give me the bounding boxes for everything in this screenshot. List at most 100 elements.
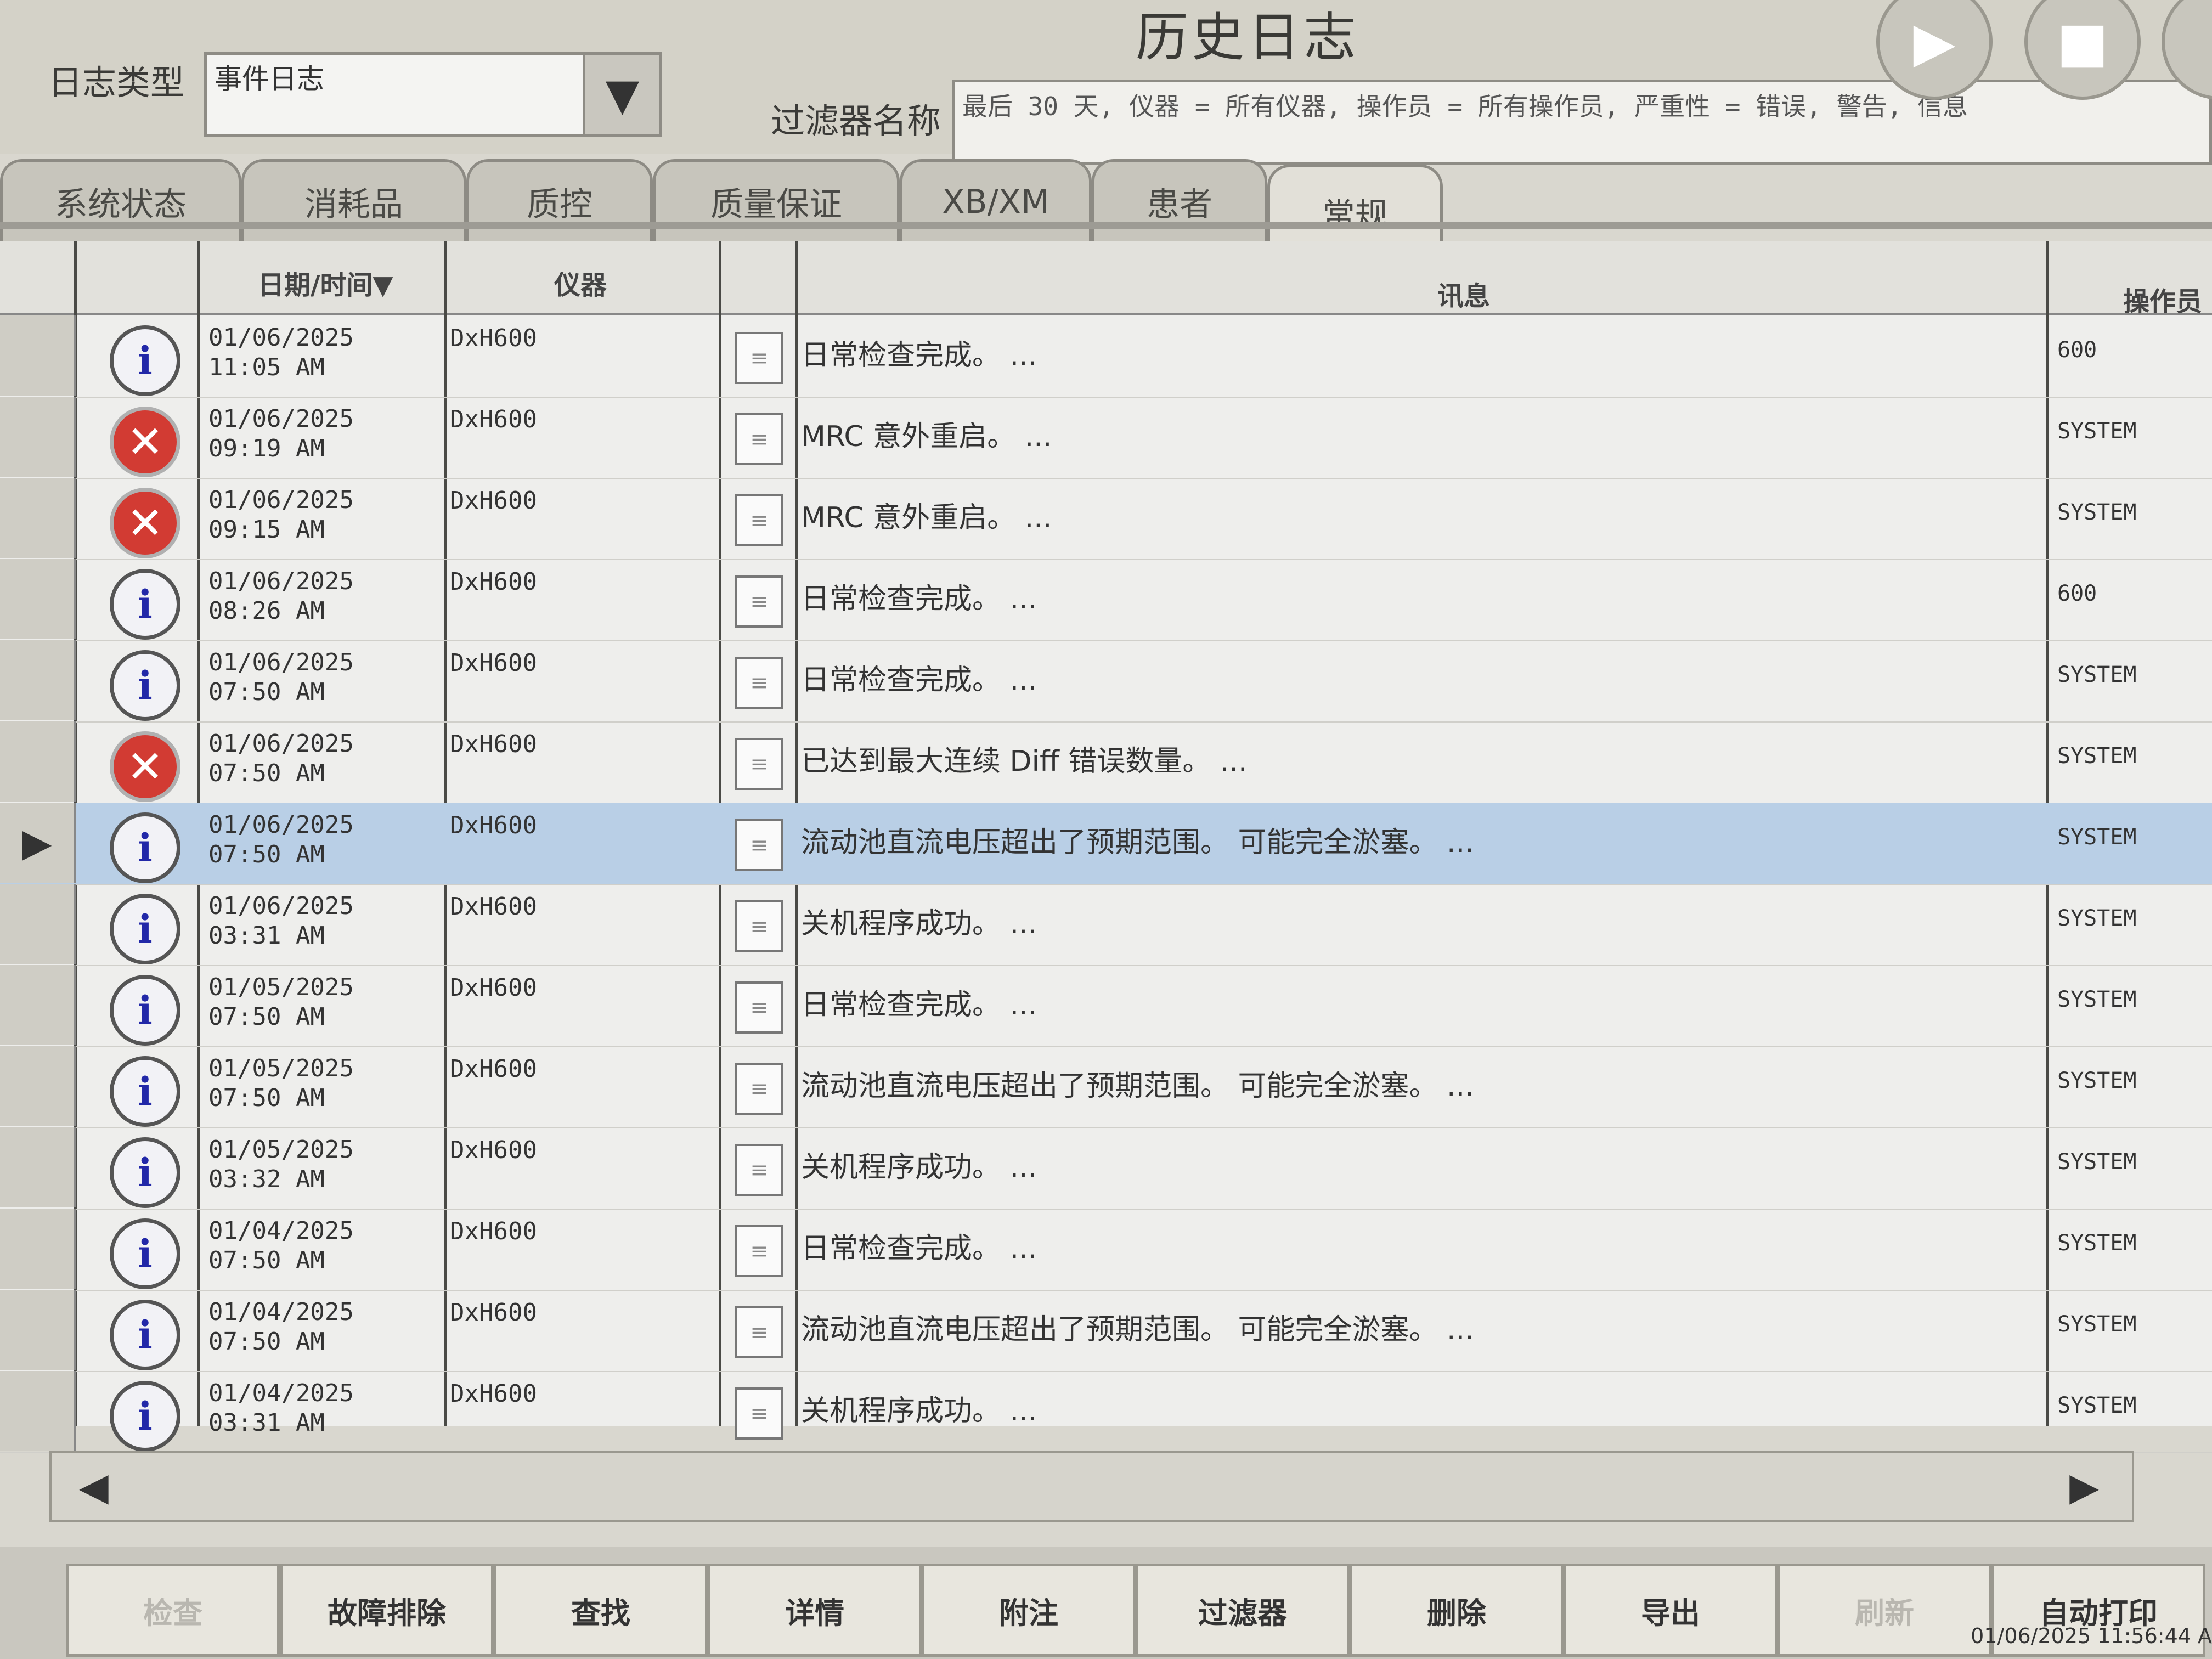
table-row[interactable]: i 01/06/2025 11:05 AM DxH600 ≡ 日常检查完成。 ... 600 — [0, 315, 2212, 398]
row-datetime: 01/06/2025 11:05 AM — [208, 323, 354, 382]
table-row[interactable]: ▶ i 01/06/2025 07:50 AM DxH600 ≡ 流动池直流电压超出了预期范… — [0, 803, 2212, 885]
table-row[interactable]: i 01/06/2025 03:31 AM DxH600 ≡ 关机程序成功。 ... SYS… — [0, 884, 2212, 966]
scroll-left-icon[interactable]: ◀ — [79, 1464, 109, 1509]
row-datetime: 01/06/2025 03:31 AM — [208, 891, 354, 951]
row-instrument: DxH600 — [450, 324, 537, 352]
col-header-operator[interactable]: 操作员 — [2123, 280, 2202, 318]
table-row[interactable]: ✕ 01/06/2025 09:15 AM DxH600 ≡ MRC 意外重启。 ... S… — [0, 478, 2212, 560]
row-instrument: DxH600 — [450, 1217, 537, 1245]
toolbar-button-2[interactable]: 查找 — [494, 1564, 708, 1657]
row-operator: SYSTEM — [2057, 1393, 2137, 1418]
toolbar-button-1[interactable]: 故障排除 — [280, 1564, 494, 1657]
filter-name-value: 最后 30 天, 仪器 = 所有仪器, 操作员 = 所有操作员, 严重性 = 错… — [962, 92, 1968, 121]
tab-qc[interactable]: 质控 — [466, 159, 653, 241]
row-selector[interactable] — [0, 1046, 76, 1126]
note-icon[interactable]: ≡ — [735, 900, 783, 952]
table-row[interactable]: i 01/05/2025 07:50 AM DxH600 ≡ 日常检查完成。 ... SYS… — [0, 965, 2212, 1047]
row-datetime: 01/06/2025 08:26 AM — [208, 567, 354, 626]
horizontal-scrollbar[interactable]: ◀ ▶ — [49, 1451, 2134, 1522]
row-time: 07:50 AM — [208, 759, 325, 787]
table-row[interactable]: i 01/05/2025 07:50 AM DxH600 ≡ 流动池直流电压超出了预期范围… — [0, 1046, 2212, 1128]
toolbar-button-3[interactable]: 详情 — [708, 1564, 922, 1657]
note-icon[interactable]: ≡ — [735, 1063, 783, 1115]
tab-system-status[interactable]: 系统状态 — [0, 159, 241, 241]
table-row[interactable]: i 01/04/2025 07:50 AM DxH600 ≡ 流动池直流电压超出了预期范围… — [0, 1290, 2212, 1372]
note-icon[interactable]: ≡ — [735, 819, 783, 871]
row-selector[interactable] — [0, 1371, 76, 1451]
note-icon[interactable]: ≡ — [735, 738, 783, 790]
log-type-value: 事件日志 — [215, 63, 324, 95]
error-icon: ✕ — [110, 407, 180, 477]
row-selector[interactable] — [0, 884, 76, 964]
note-icon[interactable]: ≡ — [735, 494, 783, 546]
row-selector[interactable] — [0, 965, 76, 1045]
row-instrument: DxH600 — [450, 1136, 537, 1164]
scroll-right-icon[interactable]: ▶ — [2069, 1464, 2099, 1509]
row-selector[interactable] — [0, 640, 76, 720]
table-row[interactable]: i 01/04/2025 07:50 AM DxH600 ≡ 日常检查完成。 ... SYS… — [0, 1209, 2212, 1291]
note-icon[interactable]: ≡ — [735, 1225, 783, 1277]
row-selector[interactable] — [0, 315, 76, 396]
note-icon[interactable]: ≡ — [735, 1387, 783, 1440]
toolbar-button-8[interactable]: 刷新 — [1778, 1564, 1991, 1657]
row-selector[interactable] — [0, 1290, 76, 1370]
note-icon[interactable]: ≡ — [735, 413, 783, 465]
col-header-datetime[interactable]: 日期/时间▼ — [258, 263, 393, 302]
row-message: 日常检查完成。 ... — [801, 339, 1037, 372]
row-pointer-icon: ▶ — [22, 820, 52, 865]
row-date: 01/06/2025 — [208, 567, 354, 595]
row-selector[interactable] — [0, 721, 76, 802]
table-row[interactable]: ✕ 01/06/2025 07:50 AM DxH600 ≡ 已达到最大连续 Diff 错… — [0, 721, 2212, 804]
row-time: 03:31 AM — [208, 1409, 325, 1437]
col-header-instrument[interactable]: 仪器 — [554, 263, 607, 302]
info-icon: i — [110, 569, 180, 640]
note-icon[interactable]: ≡ — [735, 657, 783, 709]
row-operator: SYSTEM — [2057, 825, 2137, 850]
toolbar-button-7[interactable]: 导出 — [1564, 1564, 1778, 1657]
tab-consumables[interactable]: 消耗品 — [241, 159, 466, 241]
table-row[interactable]: i 01/06/2025 08:26 AM DxH600 ≡ 日常检查完成。 ... 600 — [0, 559, 2212, 641]
error-icon: ✕ — [110, 488, 180, 558]
row-selector[interactable] — [0, 1127, 76, 1207]
col-header-message[interactable]: 讯息 — [1437, 274, 1490, 313]
tab-quality-assurance[interactable]: 质量保证 — [653, 159, 900, 241]
row-date: 01/04/2025 — [208, 1298, 354, 1326]
note-icon[interactable]: ≡ — [735, 981, 783, 1034]
row-selector[interactable] — [0, 478, 76, 558]
note-icon[interactable]: ≡ — [735, 1306, 783, 1358]
row-date: 01/06/2025 — [208, 892, 354, 920]
table-row[interactable]: ✕ 01/06/2025 09:19 AM DxH600 ≡ MRC 意外重启。 ... S… — [0, 397, 2212, 479]
info-icon: i — [110, 325, 180, 396]
row-message: 关机程序成功。 ... — [801, 907, 1037, 940]
row-selector[interactable] — [0, 397, 76, 477]
note-icon[interactable]: ≡ — [735, 332, 783, 384]
status-datetime: 01/06/2025 11:56:44 A — [1971, 1624, 2212, 1648]
row-datetime: 01/04/2025 07:50 AM — [208, 1297, 354, 1357]
row-message: 流动池直流电压超出了预期范围。 可能完全淤塞。 ... — [801, 1313, 1474, 1346]
toolbar-button-5[interactable]: 过滤器 — [1136, 1564, 1350, 1657]
bottom-toolbar: 检查 故障排除 查找 详情 附注 过滤器 删除 导出 刷新 自动打印 — [0, 1547, 2212, 1659]
row-datetime: 01/06/2025 07:50 AM — [208, 810, 354, 870]
tab-xb-xm[interactable]: XB/XM — [900, 159, 1092, 241]
row-date: 01/05/2025 — [208, 1054, 354, 1082]
row-operator: SYSTEM — [2057, 906, 2137, 931]
note-icon[interactable]: ≡ — [735, 575, 783, 628]
row-selector[interactable] — [0, 559, 76, 639]
note-icon[interactable]: ≡ — [735, 1144, 783, 1196]
page-title: 历史日志 — [1136, 7, 1359, 68]
toolbar-button-4[interactable]: 附注 — [922, 1564, 1136, 1657]
table-row[interactable]: i 01/05/2025 03:32 AM DxH600 ≡ 关机程序成功。 ... SYS… — [0, 1127, 2212, 1210]
tab-patient[interactable]: 患者 — [1092, 159, 1267, 241]
table-row[interactable]: i 01/06/2025 07:50 AM DxH600 ≡ 日常检查完成。 ... SYS… — [0, 640, 2212, 723]
row-time: 03:31 AM — [208, 922, 325, 950]
row-selector[interactable] — [0, 1209, 76, 1289]
log-type-select[interactable]: 事件日志 ▼ — [204, 52, 662, 137]
row-time: 08:26 AM — [208, 597, 325, 625]
table-row[interactable]: i 01/04/2025 03:31 AM DxH600 ≡ 关机程序成功。 ... SYS… — [0, 1371, 2212, 1453]
toolbar-button-0[interactable]: 检查 — [66, 1564, 280, 1657]
toolbar-button-6[interactable]: 删除 — [1350, 1564, 1564, 1657]
info-icon: i — [110, 1218, 180, 1289]
row-selector[interactable]: ▶ — [0, 803, 76, 883]
row-operator: SYSTEM — [2057, 743, 2137, 769]
chevron-down-icon[interactable]: ▼ — [583, 55, 659, 134]
